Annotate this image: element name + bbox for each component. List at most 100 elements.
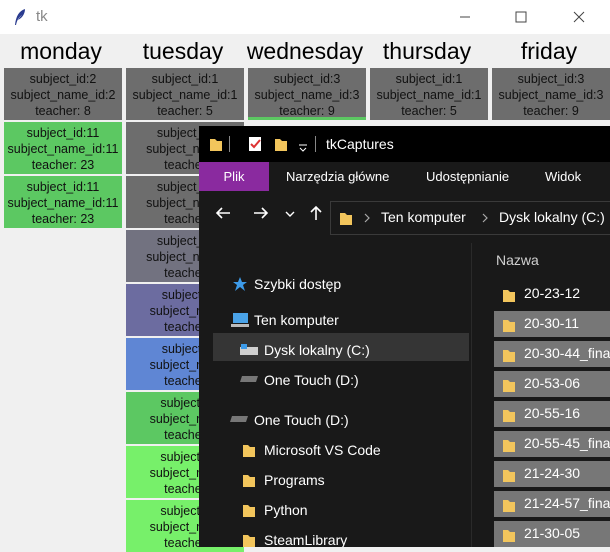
nav-local-disk[interactable]: Dysk lokalny (C:) — [264, 336, 370, 364]
window-title: tk — [36, 8, 48, 25]
nav-one-touch-sub[interactable]: One Touch (D:) — [264, 366, 359, 394]
up-icon[interactable] — [309, 205, 323, 221]
lesson-card-thursday: subject_id:1 subject_name_id:1 teacher: 5 — [370, 68, 488, 120]
folder-icon — [503, 440, 515, 452]
drive-icon — [240, 344, 258, 355]
lesson-card-line: teacher: 8 — [35, 104, 91, 118]
lesson-card-line: subject_id:3 — [273, 72, 341, 86]
address-bar[interactable]: Ten komputer Dysk lokalny (C:) — [330, 201, 610, 235]
folder-icon — [503, 290, 515, 302]
tk-titlebar: tk — [0, 0, 610, 34]
lesson-card-line: subject_name_id:3 — [498, 88, 604, 102]
file-row[interactable]: 20-55-16 — [494, 401, 610, 427]
lesson-card-line: teacher: 5 — [401, 104, 457, 118]
file-row[interactable]: 20-53-06 — [494, 371, 610, 397]
file-row[interactable]: 21-24-30 — [494, 461, 610, 487]
lesson-card-line: subject_id:2 — [29, 72, 97, 86]
chevron-right-icon — [364, 213, 370, 223]
folder-icon — [243, 475, 255, 487]
file-name: 20-30-11 — [524, 315, 580, 331]
lesson-card-line: subject_name_id:3 — [254, 88, 360, 102]
folder-icon — [503, 410, 515, 422]
folder-icon — [503, 320, 515, 332]
nav-one-touch[interactable]: One Touch (D:) — [254, 406, 349, 434]
day-header-tuesday: tuesday — [142, 38, 224, 64]
file-row[interactable]: 20-30-44_fina — [494, 341, 610, 367]
lesson-card-line: subject_id:1 — [395, 72, 463, 86]
recent-locations-icon[interactable] — [285, 209, 295, 219]
file-explorer-window: tkCaptures Plik Narzędzia główne Udostęp… — [199, 126, 610, 547]
file-name: 20-53-06 — [524, 375, 581, 391]
lesson-card-line: teacher: 23 — [31, 212, 95, 226]
day-header-monday: monday — [20, 38, 102, 64]
explorer-titlebar: tkCaptures — [199, 126, 610, 162]
folder-icon — [503, 350, 515, 362]
lesson-card-line: subject_name_id:1 — [132, 88, 238, 102]
folder-icon — [243, 535, 255, 547]
tab-home[interactable]: Narzędzia główne — [286, 162, 389, 191]
minimize-button[interactable] — [442, 0, 488, 34]
file-name: 20-55-45_fina — [524, 435, 610, 451]
explorer-title: tkCaptures — [326, 136, 394, 152]
file-name: 20-23-12 — [524, 285, 581, 301]
day-header-thursday: thursday — [382, 38, 472, 64]
nav-folder-programs[interactable]: Programs — [264, 466, 325, 494]
maximize-icon — [515, 11, 527, 23]
column-header-name[interactable]: Nazwa — [496, 252, 539, 268]
separator-icon — [315, 136, 316, 152]
breadcrumb-local-disk[interactable]: Dysk lokalny (C:) — [499, 209, 605, 225]
file-name: 20-55-16 — [524, 405, 581, 421]
lesson-card-line: subject_id:1 — [151, 72, 219, 86]
folder-icon — [503, 500, 515, 512]
lesson-card-line: subject_id:11 — [26, 126, 100, 140]
forward-icon[interactable] — [253, 205, 269, 221]
file-row[interactable]: 21-24-57_fina — [494, 491, 610, 517]
folder-icon — [243, 505, 255, 517]
file-name: 21-30-05 — [524, 525, 581, 541]
tab-file[interactable]: Plik — [199, 162, 269, 191]
tab-share[interactable]: Udostępnianie — [426, 162, 509, 191]
file-name: 21-24-30 — [524, 465, 581, 481]
file-row[interactable]: 20-55-45_fina — [494, 431, 610, 457]
drive-icon — [230, 416, 248, 422]
file-row[interactable]: 20-30-11 — [494, 311, 610, 337]
lesson-card-line: subject_name_id:1 — [376, 88, 482, 102]
file-name: 20-30-44_fina — [524, 345, 610, 361]
nav-folder-steamlibrary[interactable]: SteamLibrary — [264, 526, 347, 547]
lesson-card-wednesday: subject_id:3 subject_name_id:3 teacher: 9 — [248, 68, 366, 120]
lesson-card-line: teacher: 23 — [31, 158, 95, 172]
breadcrumb-this-pc[interactable]: Ten komputer — [381, 209, 466, 225]
customize-toolbar-icon[interactable] — [298, 136, 308, 152]
address-bar-row: Ten komputer Dysk lokalny (C:) — [199, 191, 610, 243]
lesson-card-friday: subject_id:3 subject_name_id:3 teacher: 9 — [492, 68, 610, 120]
new-folder-icon[interactable] — [274, 136, 288, 152]
chevron-right-icon — [482, 213, 488, 223]
file-row[interactable]: 21-30-05 — [494, 521, 610, 547]
computer-icon — [231, 313, 249, 327]
minimize-icon — [460, 16, 470, 18]
file-row[interactable]: 20-23-12 — [494, 281, 610, 307]
folder-icon — [210, 139, 222, 151]
drive-icon — [240, 376, 258, 382]
close-button[interactable] — [556, 0, 602, 34]
folder-icon — [340, 213, 352, 225]
day-header-wednesday: wednesday — [246, 38, 364, 64]
lesson-card-line: teacher: 9 — [523, 104, 579, 118]
tab-view[interactable]: Widok — [545, 162, 581, 191]
nav-folder-vscode[interactable]: Microsoft VS Code — [264, 436, 381, 464]
lesson-card-line: subject_name_id:11 — [7, 196, 119, 210]
ribbon-tabs: Plik Narzędzia główne Udostępnianie Wido… — [199, 162, 610, 191]
nav-this-pc[interactable]: Ten komputer — [254, 306, 339, 334]
lesson-card-line: subject_id:3 — [517, 72, 585, 86]
lesson-card-monday: subject_id:2 subject_name_id:2 teacher: 8 — [4, 68, 122, 120]
day-header-friday: friday — [520, 38, 578, 64]
properties-icon[interactable] — [247, 136, 263, 152]
lesson-card-line: teacher: 5 — [157, 104, 213, 118]
folder-icon — [503, 530, 515, 542]
nav-quick-access[interactable]: Szybki dostęp — [254, 270, 341, 298]
file-name: 21-24-57_fina — [524, 495, 610, 511]
file-list: Nazwa 20-23-12 20-30-11 20-30-44_fina 20-53… — [471, 243, 610, 547]
maximize-button[interactable] — [498, 0, 544, 34]
nav-folder-python[interactable]: Python — [264, 496, 308, 524]
back-icon[interactable] — [215, 205, 231, 221]
